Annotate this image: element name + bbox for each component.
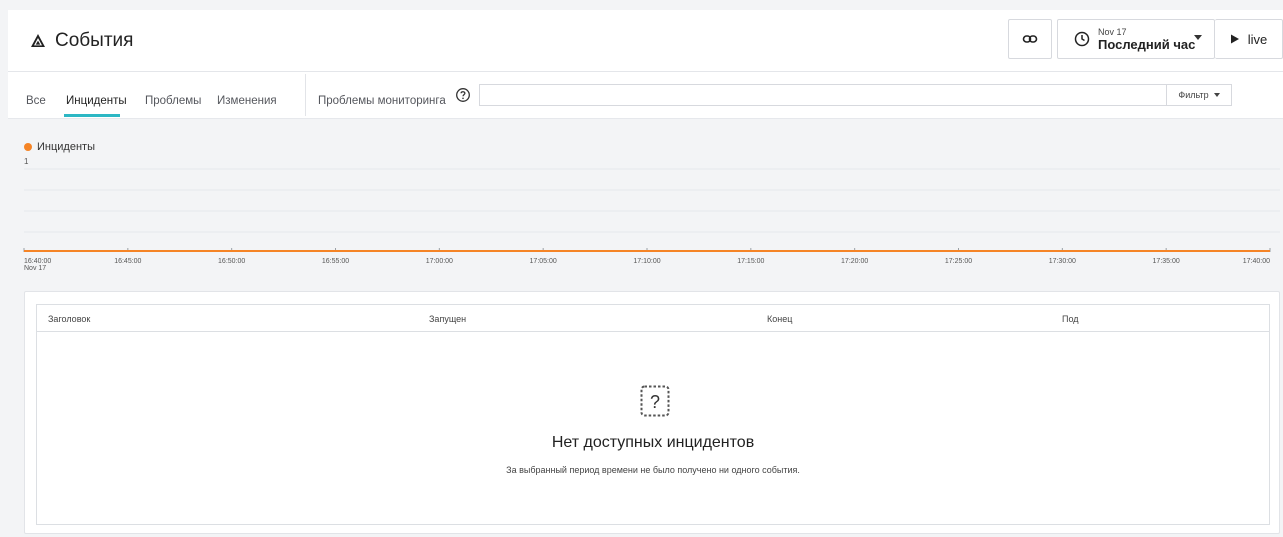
live-label: live <box>1247 31 1268 47</box>
svg-text:?: ? <box>650 392 660 412</box>
tab-changes[interactable]: Изменения <box>217 95 277 107</box>
help-icon[interactable] <box>455 87 471 103</box>
table-header: Заголовок Запущен Конец Под <box>37 305 1269 332</box>
title-wrap: События <box>30 30 133 52</box>
question-mark-icon: ? <box>640 385 670 417</box>
copy-link-button[interactable] <box>1008 19 1052 59</box>
incidents-chart: Инциденты 1 16:40:00 16:45:00 16:50:00 16:5… <box>0 124 1283 294</box>
play-icon <box>1230 34 1239 44</box>
column-header-end[interactable]: Конец <box>767 314 792 324</box>
active-tab-indicator <box>64 114 120 117</box>
time-range-picker[interactable]: Nov 17 Последний час <box>1057 19 1215 59</box>
incidents-panel: Заголовок Запущен Конец Под ? Нет доступ… <box>24 291 1280 534</box>
column-header-title[interactable]: Заголовок <box>48 314 90 324</box>
x-tick-label: 17:10:00 <box>633 258 660 265</box>
tabs-bar: Все Инциденты Проблемы Изменения Проблем… <box>8 72 1283 119</box>
time-range-text: Nov 17 Последний час <box>1098 26 1196 52</box>
x-tick-label: 17:20:00 <box>841 258 868 265</box>
x-tick-label: 17:40:00 <box>1243 258 1270 265</box>
page-title: События <box>55 30 134 51</box>
filter-label: Фильтр <box>1178 90 1209 100</box>
x-tick-label: 17:25:00 <box>945 258 972 265</box>
tab-problems[interactable]: Проблемы <box>145 95 201 107</box>
x-tick-label: 17:05:00 <box>530 258 557 265</box>
tab-divider <box>305 74 306 116</box>
chart-plot: 16:40:00 16:45:00 16:50:00 16:55:00 17:00:00… <box>23 168 1280 272</box>
chevron-down-icon <box>1213 93 1220 97</box>
tab-incidents[interactable]: Инциденты <box>66 95 127 107</box>
x-tick-label: 17:35:00 <box>1153 258 1180 265</box>
filter-button[interactable]: Фильтр <box>1166 84 1232 106</box>
x-date-label: Nov 17 <box>24 265 46 272</box>
link-icon <box>1022 35 1038 43</box>
time-range-label: Последний час <box>1098 36 1196 52</box>
tab-all[interactable]: Все <box>26 95 46 107</box>
page-header: События Nov 17 Последний час live <box>8 10 1283 72</box>
x-tick-label: 16:40:00 <box>24 258 51 265</box>
incidents-table: Заголовок Запущен Конец Под ? Нет доступ… <box>36 304 1270 525</box>
x-tick-label: 17:30:00 <box>1049 258 1076 265</box>
column-header-pod[interactable]: Под <box>1062 314 1079 324</box>
time-range-date: Nov 17 <box>1098 26 1127 37</box>
empty-state-title: Нет доступных инцидентов <box>551 434 755 451</box>
clock-icon <box>1074 31 1090 47</box>
empty-state-description: За выбранный период времени не было полу… <box>506 465 800 475</box>
x-tick-label: 17:15:00 <box>737 258 764 265</box>
tab-monitoring-problems[interactable]: Проблемы мониторинга <box>318 95 446 107</box>
search-input[interactable] <box>479 84 1167 106</box>
column-header-started[interactable]: Запущен <box>429 314 466 324</box>
x-tick-label: 16:50:00 <box>218 258 245 265</box>
live-button[interactable]: live <box>1215 19 1283 59</box>
x-tick-label: 16:45:00 <box>114 258 141 265</box>
x-tick-label: 17:00:00 <box>426 258 453 265</box>
x-tick-label: 16:55:00 <box>322 258 349 265</box>
warning-triangle-icon <box>31 34 45 47</box>
chevron-down-icon <box>1194 35 1202 40</box>
